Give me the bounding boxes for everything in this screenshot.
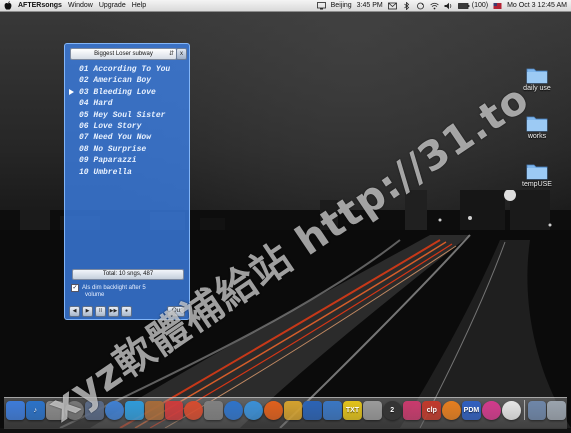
folder-icon <box>526 164 548 180</box>
menubar-clock[interactable]: 3:45 PM <box>357 0 383 11</box>
clock-icon[interactable] <box>501 401 521 420</box>
song-title: 03 Bleeding Love <box>79 87 156 97</box>
song-title: 05 Hey Soul Sister <box>79 110 166 120</box>
pdm-icon[interactable]: PDM <box>462 401 481 420</box>
menu-window[interactable]: Window <box>68 0 93 11</box>
widget-close-button[interactable]: x <box>176 48 187 60</box>
song-title: 04 Hard <box>79 99 113 109</box>
desktop-folder-daily-use[interactable]: daily use <box>514 66 560 92</box>
txt-icon[interactable]: TXT <box>343 401 362 420</box>
ftp-icon[interactable] <box>323 401 343 420</box>
display-icon[interactable] <box>316 1 326 10</box>
song-item[interactable]: 10 Umbrella <box>79 167 170 178</box>
volume-icon[interactable] <box>444 2 453 10</box>
song-item-playing[interactable]: 03 Bleeding Love <box>69 87 170 98</box>
battery-percent[interactable]: (100) <box>472 0 488 11</box>
song-item[interactable]: 07 Need You Now <box>79 132 170 143</box>
menu-help[interactable]: Help <box>132 0 146 11</box>
song-item[interactable]: 02 American Boy <box>79 75 170 86</box>
record-button[interactable]: ● <box>121 306 132 317</box>
chevron-updown-icon: ⇵ <box>168 51 174 57</box>
battery-icon[interactable] <box>457 2 470 10</box>
pink-o-icon[interactable] <box>481 401 501 420</box>
song-item[interactable]: 04 Hard <box>79 98 170 109</box>
play-button[interactable]: ▶ <box>82 306 93 317</box>
stacks-icon[interactable] <box>527 401 547 420</box>
dock-separator <box>523 400 525 420</box>
trash-icon[interactable] <box>547 401 567 420</box>
song-item[interactable]: 08 No Surprise <box>79 144 170 155</box>
xcode-icon[interactable] <box>303 401 323 420</box>
photo-icon[interactable] <box>144 401 164 420</box>
clipboard-icon[interactable]: clp <box>422 401 442 420</box>
song-item[interactable]: 05 Hey Soul Sister <box>79 110 170 121</box>
sync-icon[interactable] <box>416 2 425 10</box>
backlight-option: ✓ Als dim backlight after 5 <box>71 284 146 292</box>
number-two-icon[interactable]: 2 <box>382 401 402 420</box>
safari-icon[interactable] <box>224 401 243 420</box>
play-indicator-icon <box>69 88 74 95</box>
song-title: 06 Love Story <box>79 122 142 132</box>
lifesaver-icon[interactable] <box>184 401 204 420</box>
eye-icon[interactable] <box>362 401 382 420</box>
firefox-icon[interactable] <box>263 401 283 420</box>
playlist-selector[interactable]: Biggest Loser subway ⇵ <box>70 48 177 60</box>
backlight-label: Als dim backlight after 5 <box>82 285 146 291</box>
mail-icon[interactable] <box>387 2 397 10</box>
song-title: 09 Paparazzi <box>79 156 137 166</box>
total-display: Total: 10 sngs, 487 <box>72 269 184 280</box>
song-title: 02 American Boy <box>79 76 152 86</box>
playlist-selector-value: Biggest Loser subway <box>94 51 153 57</box>
wifi-icon[interactable] <box>430 2 439 10</box>
song-title: 08 No Surprise <box>79 144 147 154</box>
menu-bar: AFTERsongs Window Upgrade Help Beijing 3… <box>0 0 571 12</box>
backlight-checkbox[interactable]: ✓ <box>71 284 79 292</box>
song-list: 01 According To You 02 American Boy 03 B… <box>69 64 170 178</box>
menu-upgrade[interactable]: Upgrade <box>99 0 126 11</box>
song-title: 10 Umbrella <box>79 167 132 177</box>
ical-icon[interactable] <box>164 401 184 420</box>
app-menu-aftersongs[interactable]: AFTERsongs <box>18 0 62 11</box>
people-icon[interactable] <box>124 401 144 420</box>
next-button[interactable]: ▶▶ <box>108 306 119 317</box>
desktop-folder-tempuse[interactable]: tempUSE <box>514 162 560 188</box>
volume-label: volume <box>85 292 105 298</box>
playback-controls: ◀ ▶ II ▶▶ ● <box>69 306 132 317</box>
bluetooth-icon[interactable] <box>402 1 411 10</box>
itunes-icon[interactable]: ♪ <box>25 401 45 420</box>
previous-button[interactable]: ◀ <box>69 306 80 317</box>
apple-menu-icon[interactable] <box>4 1 12 10</box>
location-label[interactable]: Beijing <box>331 0 352 11</box>
aftersongs-widget: Biggest Loser subway ⇵ x 01 According To… <box>64 43 190 320</box>
song-item[interactable]: 06 Love Story <box>79 121 170 132</box>
flag-icon[interactable] <box>493 2 502 10</box>
system-prefs-icon[interactable] <box>204 401 224 420</box>
globe-icon[interactable] <box>243 401 263 420</box>
song-item[interactable]: 09 Paparazzi <box>79 155 170 166</box>
finder-icon[interactable] <box>6 401 25 420</box>
folder-icon[interactable] <box>283 401 303 420</box>
desktop-icon-label: works <box>527 133 547 140</box>
menubar-datetime[interactable]: Mo Oct 3 12:45 AM <box>507 0 567 11</box>
song-title: 01 According To You <box>79 65 171 74</box>
desktop-icon-label: tempUSE <box>522 181 552 188</box>
pause-button[interactable]: II <box>95 306 106 317</box>
cube-icon[interactable] <box>402 401 422 420</box>
folder-icon <box>526 68 548 84</box>
orange-ball-icon[interactable] <box>442 401 462 420</box>
song-title: 07 Need You Now <box>79 133 152 143</box>
song-item[interactable]: 01 According To You <box>79 64 170 75</box>
